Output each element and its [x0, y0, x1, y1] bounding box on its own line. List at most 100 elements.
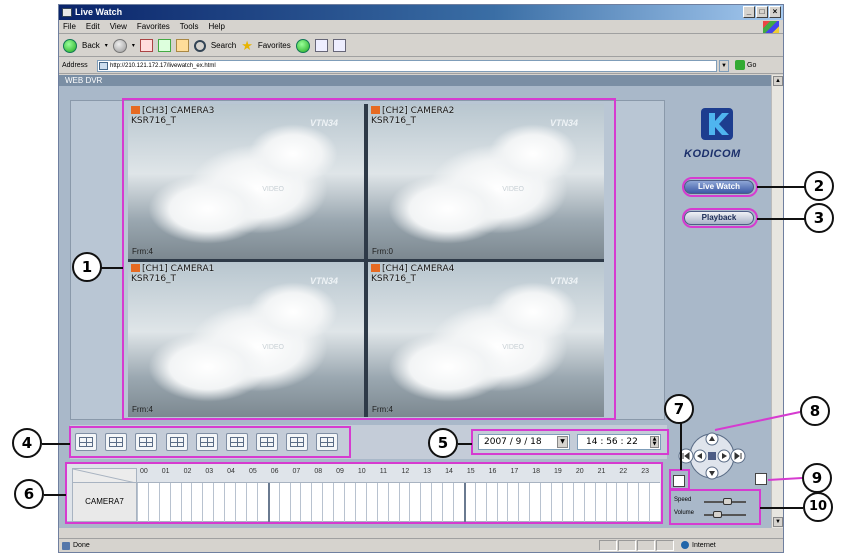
zone-text: Internet — [692, 542, 716, 549]
timeline-grid-line — [147, 483, 149, 523]
timeline-grid-line — [507, 483, 509, 523]
address-dropdown-icon[interactable]: ▼ — [719, 60, 729, 72]
date-field[interactable]: 2007 / 9 / 18 ▼ — [478, 434, 570, 450]
volume-knob[interactable] — [712, 511, 722, 518]
callout-5: 5 — [428, 428, 458, 458]
speed-knob[interactable] — [723, 498, 733, 505]
menu-favorites[interactable]: Favorites — [137, 20, 170, 33]
camera-view-ch1[interactable]: [CH1] CAMERA1 KSR716_T VTN34 VIDEO Frm:4 — [128, 262, 364, 417]
search-button-label[interactable]: Search — [211, 41, 236, 50]
camera-view-ch4[interactable]: [CH4] CAMERA4 KSR716_T VTN34 VIDEO Frm:4 — [368, 262, 604, 417]
timeline-grid-line — [551, 483, 553, 523]
volume-slider[interactable]: Volume — [674, 510, 756, 520]
split-6-button[interactable] — [135, 433, 157, 451]
timeline-grid-line — [431, 483, 433, 523]
maximize-button[interactable]: □ — [756, 6, 768, 18]
timeline-grid-line — [322, 483, 324, 523]
record-icon — [371, 106, 380, 114]
address-bar: Address http://210.121.172.17/livewatch_… — [59, 58, 783, 74]
back-arrow-icon[interactable] — [63, 38, 77, 53]
split-7-button[interactable] — [166, 433, 188, 451]
split-1-button[interactable] — [75, 433, 97, 451]
timeline-grid-line — [333, 483, 335, 523]
vertical-scrollbar[interactable]: ▲ ▼ — [771, 75, 783, 528]
refresh-icon[interactable] — [157, 39, 171, 52]
forward-arrow-icon[interactable] — [112, 38, 127, 53]
timeline-hour-label: 23 — [641, 468, 649, 475]
speed-slider[interactable]: Speed — [674, 497, 756, 507]
callout-3: 3 — [804, 203, 834, 233]
go-button[interactable]: Go — [735, 60, 756, 72]
stop-icon[interactable] — [139, 39, 153, 52]
timeline-grid-line — [420, 483, 422, 523]
status-bar: Done Internet — [59, 538, 783, 552]
time-spinner-icon[interactable]: ▲ ▼ — [650, 436, 659, 448]
back-button-label[interactable]: Back — [82, 41, 100, 50]
timeline-camera-label[interactable]: CAMERA7 — [72, 482, 137, 522]
scroll-up-icon[interactable]: ▲ — [773, 76, 783, 86]
fullscreen-icon[interactable] — [673, 475, 685, 487]
print-icon[interactable] — [332, 39, 346, 52]
menu-help[interactable]: Help — [208, 20, 224, 33]
frame-rate: Frm:4 — [372, 405, 393, 414]
menu-tools[interactable]: Tools — [180, 20, 199, 33]
record-icon — [131, 106, 140, 114]
timeline-grid-line — [169, 483, 171, 523]
split-4-button[interactable] — [105, 433, 127, 451]
menu-view[interactable]: View — [110, 20, 127, 33]
favorites-star-icon[interactable]: ★ — [241, 39, 253, 52]
timeline-grid-line — [245, 483, 247, 523]
callout-4-line — [42, 443, 70, 445]
forward-dropdown-icon[interactable]: ▾ — [132, 42, 135, 49]
timeline-hour-label: 07 — [292, 468, 301, 475]
split-9-button[interactable] — [226, 433, 248, 451]
callout-4: 4 — [12, 428, 42, 458]
split-10-button[interactable] — [256, 433, 278, 451]
camera-view-ch2[interactable]: [CH2] CAMERA2 KSR716_T VTN34 VIDEO Frm:0 — [368, 104, 604, 259]
favorites-button-label[interactable]: Favorites — [258, 41, 291, 50]
back-dropdown-icon[interactable]: ▾ — [105, 42, 108, 49]
snapshot-icon[interactable] — [755, 473, 767, 485]
calendar-dropdown-icon[interactable]: ▼ — [557, 436, 568, 448]
split-8-button[interactable] — [196, 433, 218, 451]
menu-edit[interactable]: Edit — [86, 20, 100, 33]
video-overlay: VIDEO — [502, 344, 524, 351]
timeline-grid-line — [191, 483, 193, 523]
timeline-hour-label: 01 — [161, 468, 170, 475]
split-13-button[interactable] — [286, 433, 308, 451]
address-input[interactable]: http://210.121.172.17/livewatch_ex.html — [97, 60, 717, 72]
timeline-hour-label: 12 — [401, 468, 410, 475]
timeline-hour-label: 06 — [270, 468, 279, 475]
search-icon[interactable] — [193, 39, 206, 52]
timeline-grid-line — [289, 483, 291, 523]
camera-view-ch3[interactable]: [CH3] CAMERA3 KSR716_T VTN34 VIDEO Frm:4 — [128, 104, 364, 259]
callout-10: 10 — [803, 492, 833, 522]
time-field[interactable]: 14 : 56 : 22 ▲ ▼ — [577, 434, 661, 450]
home-icon[interactable] — [175, 39, 189, 52]
playback-button[interactable]: Playback — [684, 211, 754, 225]
timeline-hour-label: 14 — [445, 468, 453, 475]
menu-file[interactable]: File — [63, 20, 76, 33]
minimize-button[interactable]: _ — [743, 6, 755, 18]
timeline-corner-diagonal — [73, 469, 136, 483]
split-16-button[interactable] — [316, 433, 338, 451]
timeline-grid-line — [409, 483, 411, 523]
close-button[interactable]: × — [769, 6, 781, 18]
live-watch-button[interactable]: Live Watch — [684, 180, 754, 194]
timeline-hour-label: 21 — [597, 468, 606, 475]
timeline-hour-label: 02 — [183, 468, 192, 475]
timeline-grid-line — [224, 483, 226, 523]
volume-label: Volume — [674, 510, 695, 516]
timeline-grid[interactable] — [137, 482, 660, 523]
kodicom-logo-icon — [701, 108, 733, 140]
video-overlay: VIDEO — [502, 186, 524, 193]
globe-icon — [681, 541, 689, 550]
mail-icon[interactable] — [314, 39, 328, 52]
timeline-grid-line — [158, 483, 160, 523]
timeline-hour-label: 11 — [379, 468, 387, 475]
media-icon[interactable] — [295, 38, 310, 53]
timeline-grid-line — [311, 483, 313, 523]
scroll-down-icon[interactable]: ▼ — [773, 517, 783, 527]
go-arrow-icon — [735, 60, 745, 71]
timeline-grid-line — [496, 483, 498, 523]
